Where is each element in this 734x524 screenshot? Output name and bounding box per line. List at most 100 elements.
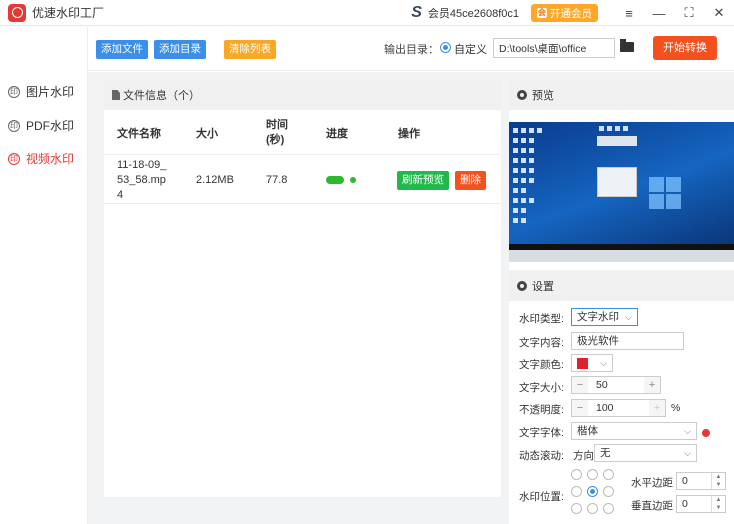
horizontal-margin-input[interactable]: 0 ▲ ▼ — [676, 472, 726, 490]
column-header-progress: 进度 — [326, 128, 348, 140]
position-bottom-left-radio[interactable] — [571, 503, 582, 514]
text-size-stepper[interactable]: − 50 + — [571, 376, 661, 394]
preview-title: 预览 — [532, 90, 554, 102]
progress-bar — [326, 176, 344, 184]
watermark-type-value: 文字水印 — [577, 311, 619, 323]
settings-title: 设置 — [532, 281, 554, 293]
watermark-type-select[interactable]: 文字水印 ⌵ — [571, 308, 638, 326]
position-center-radio[interactable] — [587, 486, 598, 497]
position-top-center-radio[interactable] — [587, 469, 598, 480]
chevron-down-icon: ⌵ — [684, 448, 691, 458]
text-size-label: 文字大小: — [519, 382, 564, 394]
sidebar-item-label: PDF水印 — [26, 119, 75, 133]
file-size: 2.12MB — [196, 174, 234, 186]
custom-output-label: 自定义 — [454, 44, 487, 56]
position-bottom-center-radio[interactable] — [587, 503, 598, 514]
spinner-arrows-icon[interactable]: ▲ ▼ — [711, 473, 725, 489]
decrement-icon[interactable]: − — [572, 400, 588, 416]
delete-button[interactable]: 删除 — [455, 171, 486, 190]
text-content-input[interactable]: 极光软件 — [571, 332, 684, 350]
position-middle-left-radio[interactable] — [571, 486, 582, 497]
column-header-duration: 时间 (秒) — [266, 119, 288, 146]
font-label: 文字字体: — [519, 427, 564, 439]
app-title: 优速水印工厂 — [32, 6, 105, 20]
vertical-margin-input[interactable]: 0 ▲ ▼ — [676, 495, 726, 513]
gear-icon — [517, 90, 527, 100]
increment-icon[interactable]: + — [649, 400, 665, 416]
increment-icon[interactable]: + — [644, 377, 660, 393]
watermark-icon — [8, 152, 20, 165]
settings-header: 设置 — [509, 271, 734, 301]
sidebar: 图片水印 PDF水印 视频水印 — [0, 27, 88, 524]
sidebar-item-image-watermark[interactable]: 图片水印 — [8, 83, 74, 100]
file-duration: 77.8 — [266, 174, 288, 186]
member-s-icon: S — [411, 4, 422, 21]
output-directory-label: 输出目录： — [384, 44, 439, 56]
clear-list-button[interactable]: 清除列表 — [224, 40, 276, 59]
vip-icon: 会 — [537, 8, 547, 18]
chevron-down-icon: ⌵ — [600, 358, 607, 368]
folder-icon[interactable] — [620, 39, 634, 52]
horizontal-margin-value: 0 — [682, 475, 688, 487]
scroll-direction-value: 无 — [600, 447, 611, 459]
font-select[interactable]: 楷体 ⌵ — [571, 422, 697, 440]
toolbar: 添加文件 添加目录 清除列表 输出目录： 自定义 开始转换 — [88, 27, 734, 71]
sidebar-item-video-watermark[interactable]: 视频水印 — [8, 150, 74, 167]
add-file-button[interactable]: 添加文件 — [96, 40, 148, 59]
scroll-direction-select[interactable]: 无 ⌵ — [594, 444, 697, 462]
opacity-unit: % — [671, 402, 681, 414]
column-header-name: 文件名称 — [117, 128, 161, 140]
chevron-down-icon: ⌵ — [625, 312, 632, 322]
spinner-arrows-icon[interactable]: ▲ ▼ — [711, 496, 725, 512]
preview-header: 预览 — [509, 80, 734, 110]
warning-icon — [702, 429, 710, 437]
watermark-icon — [8, 85, 20, 98]
file-panel: 文件信息（个） 文件名称 大小 时间 (秒) 进度 操作 11-18-09_ 5… — [104, 80, 501, 497]
vip-button[interactable]: 会 开通会员 — [531, 4, 598, 22]
column-header-size: 大小 — [196, 128, 218, 140]
vip-label: 开通会员 — [550, 7, 592, 20]
file-panel-title: 文件信息（个） — [123, 90, 200, 102]
minimize-icon[interactable]: — — [644, 6, 674, 21]
decrement-icon[interactable]: − — [572, 377, 588, 393]
position-top-left-radio[interactable] — [571, 469, 582, 480]
close-icon[interactable]: ✕ — [704, 5, 734, 21]
file-panel-header: 文件信息（个） — [104, 80, 501, 110]
menu-icon[interactable]: ≡ — [614, 6, 644, 21]
refresh-preview-button[interactable]: 刷新预览 — [397, 171, 449, 190]
watermark-icon — [8, 119, 20, 132]
font-value: 楷体 — [577, 425, 598, 437]
add-directory-button[interactable]: 添加目录 — [154, 40, 206, 59]
table-header: 文件名称 大小 时间 (秒) 进度 操作 — [104, 110, 501, 155]
scroll-direction-label: 方向 — [573, 450, 594, 462]
preview-image — [509, 122, 734, 262]
vertical-margin-label: 垂直边距 — [631, 500, 673, 512]
text-content-label: 文字内容: — [519, 337, 564, 349]
position-middle-right-radio[interactable] — [603, 486, 614, 497]
vertical-margin-value: 0 — [682, 498, 688, 510]
position-label: 水印位置: — [519, 491, 564, 503]
text-color-picker[interactable]: ⌵ — [571, 354, 613, 372]
settings-panel: 设置 水印类型: 文字水印 ⌵ 文字内容: 极光软件 文字颜色: ⌵ 文字大小:… — [509, 271, 734, 524]
opacity-label: 不透明度: — [519, 404, 564, 416]
maximize-icon[interactable]: ⛶ — [674, 5, 704, 21]
start-convert-button[interactable]: 开始转换 — [653, 36, 717, 60]
title-bar: 优速水印工厂 S 会员45ce2608f0c1 会 开通会员 ≡ — ⛶ ✕ — [0, 0, 734, 26]
text-size-value: 50 — [596, 379, 608, 391]
watermark-type-label: 水印类型: — [519, 313, 564, 325]
opacity-value: 100 — [596, 402, 614, 414]
table-row[interactable]: 11-18-09_ 53_58.mp 4 2.12MB 77.8 刷新预览 删除 — [104, 156, 501, 204]
horizontal-margin-label: 水平边距 — [631, 477, 673, 489]
app-logo-icon — [8, 3, 26, 22]
position-top-right-radio[interactable] — [603, 469, 614, 480]
sidebar-item-label: 图片水印 — [26, 85, 75, 99]
output-path-input[interactable] — [493, 38, 615, 58]
position-bottom-right-radio[interactable] — [603, 503, 614, 514]
sidebar-item-pdf-watermark[interactable]: PDF水印 — [8, 117, 74, 134]
opacity-stepper[interactable]: − 100 + — [571, 399, 666, 417]
color-swatch — [577, 358, 588, 369]
dynamic-scroll-label: 动态滚动: — [519, 450, 564, 462]
text-color-label: 文字颜色: — [519, 359, 564, 371]
custom-output-radio[interactable] — [440, 42, 451, 53]
column-header-actions: 操作 — [398, 128, 420, 140]
